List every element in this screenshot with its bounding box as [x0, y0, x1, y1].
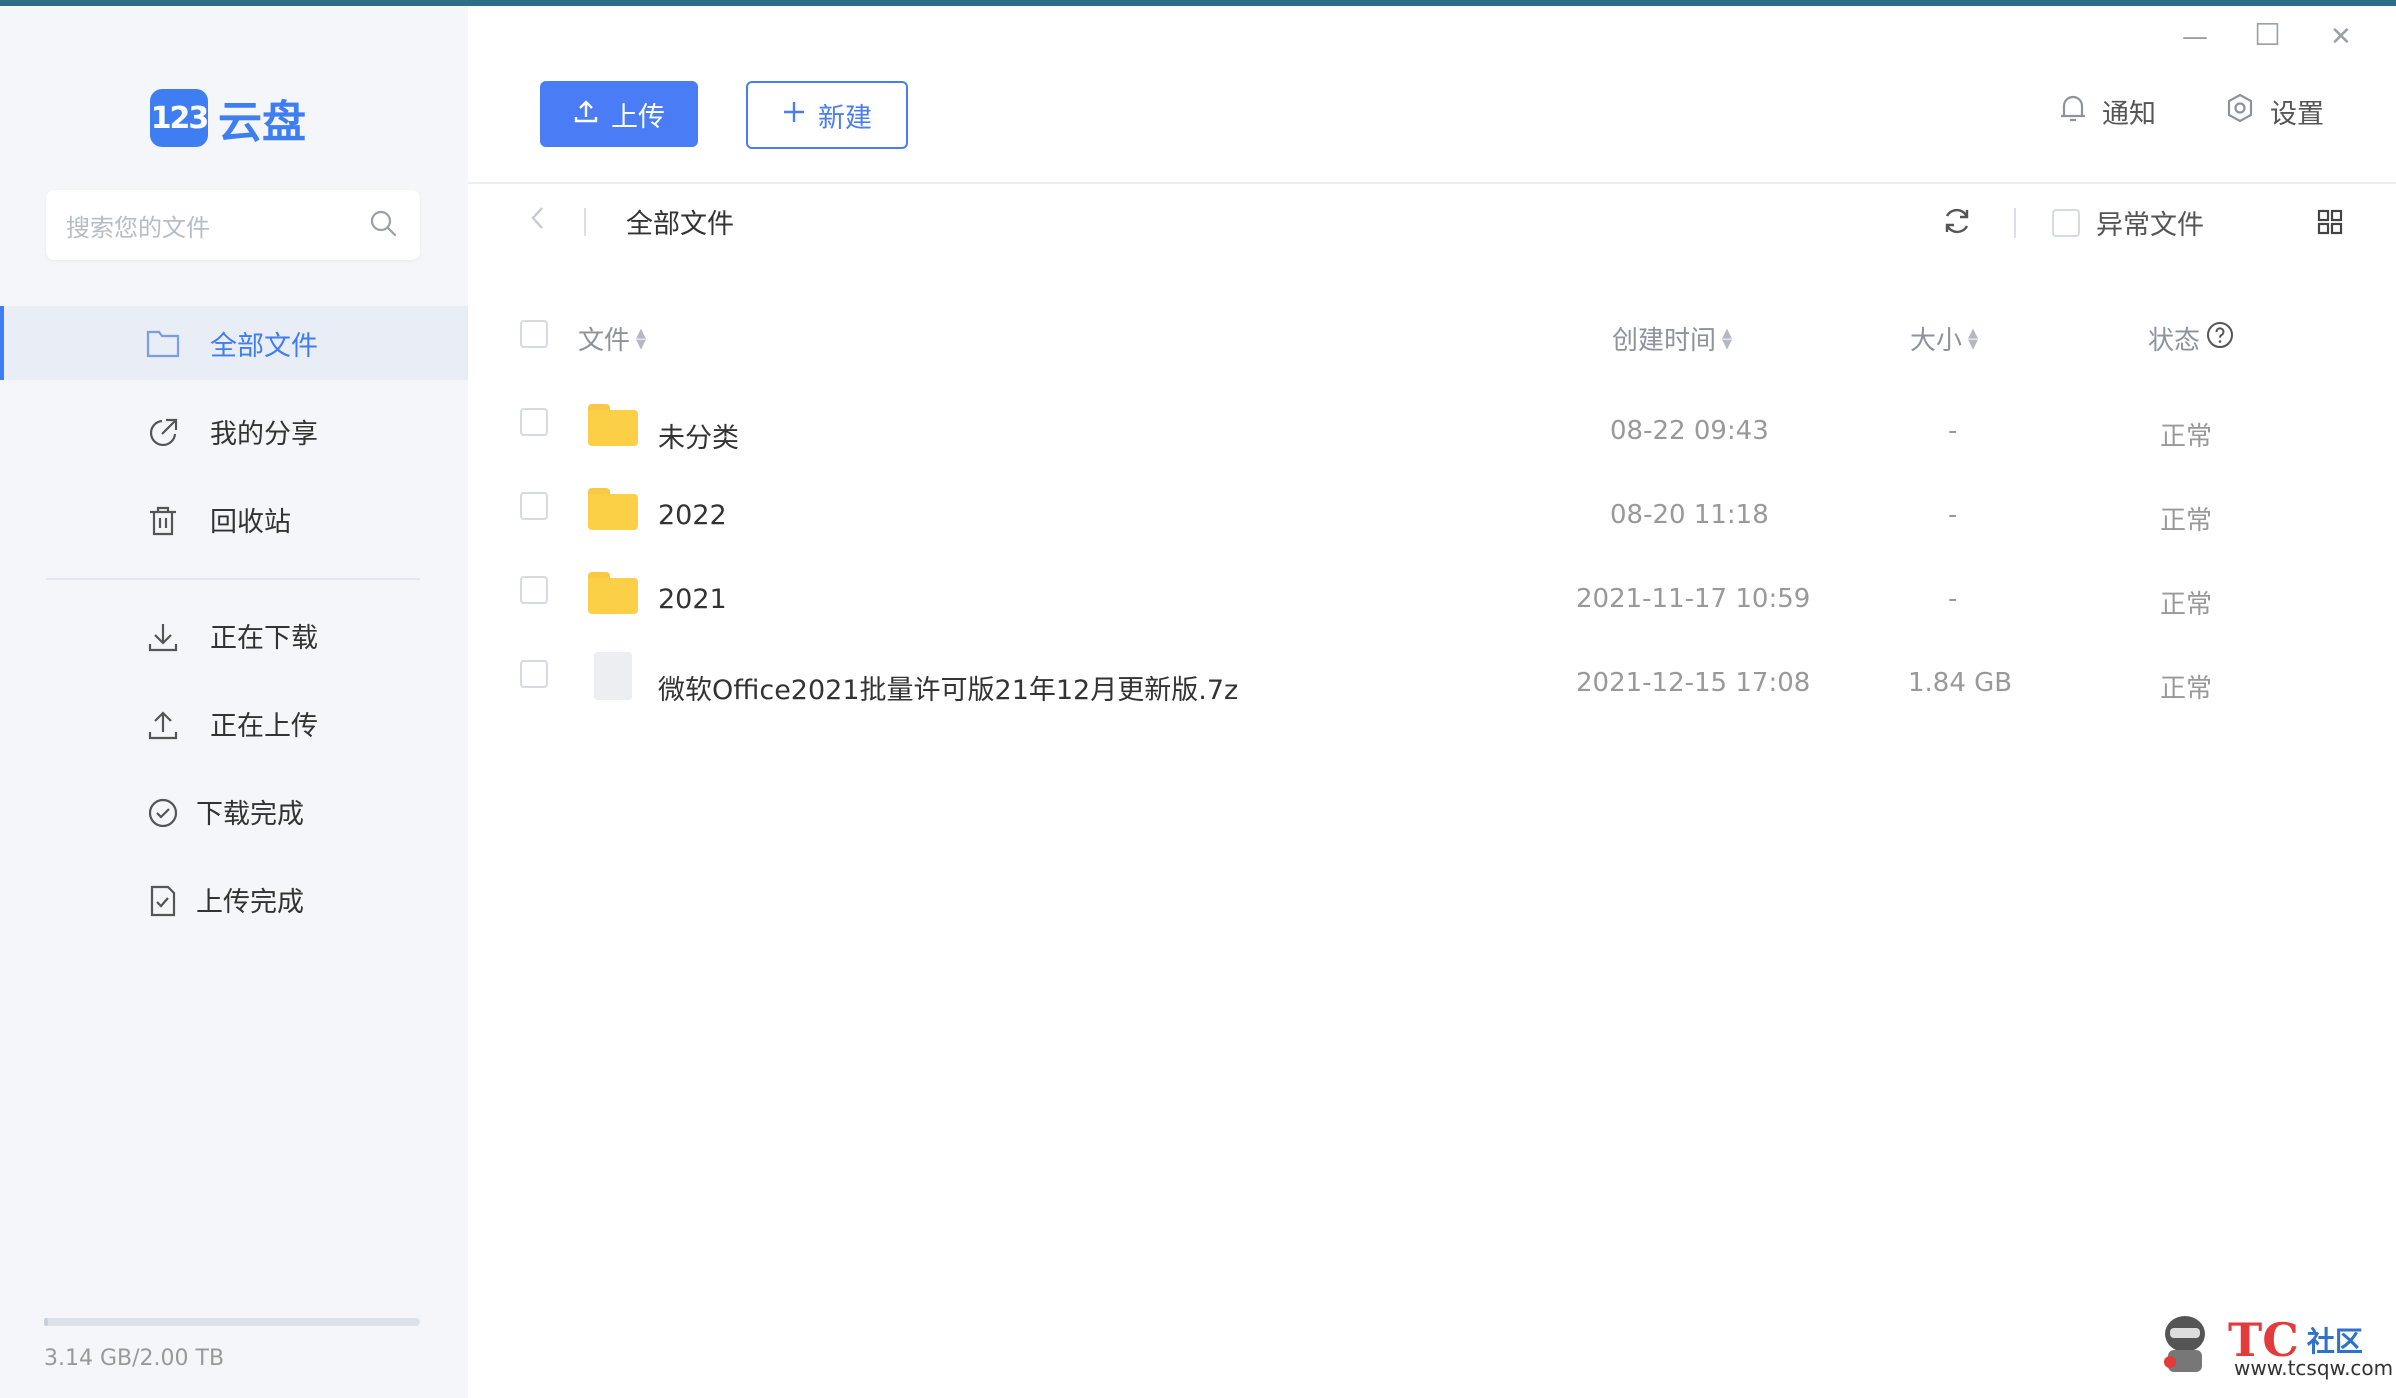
sidebar-item-label: 上传完成 — [196, 886, 304, 918]
storage-progress-fill — [44, 1318, 48, 1326]
column-header-created[interactable]: 创建时间 ▲ ▼ — [1612, 320, 1736, 357]
row-checkbox[interactable] — [520, 660, 548, 688]
table-row[interactable]: 2022 08-20 11:18 - 正常 — [0, 484, 2396, 548]
column-header-name-label: 文件 — [578, 326, 631, 356]
column-header-size[interactable]: 大小 ▲ ▼ — [1910, 320, 1982, 357]
column-header-status-label: 状态 — [2148, 326, 2201, 356]
row-checkbox[interactable] — [520, 408, 548, 436]
new-button[interactable]: 新建 — [746, 81, 908, 149]
plus-icon — [782, 100, 806, 131]
column-header-size-label: 大小 — [1910, 326, 1963, 356]
bell-icon — [2058, 92, 2088, 131]
created-time: 2021-11-17 10:59 — [1576, 584, 1811, 614]
abnormal-files-filter[interactable]: 异常文件 — [2052, 203, 2204, 242]
file-size: - — [1948, 584, 1958, 614]
sidebar-item-upload-complete[interactable]: 上传完成 — [0, 862, 468, 936]
upload-icon — [573, 98, 599, 131]
toolbar-divider — [468, 182, 2396, 184]
close-button[interactable]: ✕ — [2330, 22, 2352, 52]
upload-button-label: 上传 — [611, 101, 665, 133]
folder-icon — [588, 404, 638, 446]
table-row[interactable]: 未分类 08-22 09:43 - 正常 — [0, 400, 2396, 464]
sort-icon: ▲ ▼ — [1722, 325, 1733, 352]
notify-label: 通知 — [2102, 99, 2156, 130]
file-size: - — [1948, 500, 1958, 530]
logo-text: 云盘 — [218, 97, 306, 148]
status-text: 正常 — [2160, 422, 2213, 452]
gear-icon — [2224, 92, 2256, 131]
watermark-url: www.tcsqw.com — [2234, 1356, 2394, 1380]
select-all-checkbox[interactable] — [520, 320, 548, 348]
file-name[interactable]: 2022 — [658, 500, 727, 531]
logo-badge: 123 — [150, 89, 209, 147]
watermark-sub: 社区 — [2306, 1325, 2363, 1358]
new-button-label: 新建 — [818, 102, 872, 134]
row-checkbox[interactable] — [520, 576, 548, 604]
upload-button[interactable]: 上传 — [540, 81, 698, 147]
abnormal-files-checkbox[interactable] — [2052, 208, 2080, 237]
status-text: 正常 — [2160, 590, 2213, 620]
created-time: 08-20 11:18 — [1610, 500, 1769, 530]
app-logo: 123 云盘 — [150, 86, 306, 150]
status-text: 正常 — [2160, 506, 2213, 536]
created-time: 2021-12-15 17:08 — [1576, 668, 1811, 698]
abnormal-files-label: 异常文件 — [2096, 210, 2204, 241]
back-arrow-icon[interactable] — [528, 204, 548, 239]
check-circle-icon — [146, 796, 180, 837]
refresh-icon[interactable] — [1940, 204, 1974, 242]
created-time: 08-22 09:43 — [1610, 416, 1769, 446]
sort-icon: ▲ ▼ — [636, 325, 647, 352]
table-header: 文件 ▲ ▼ 创建时间 ▲ ▼ 大小 ▲ ▼ 状态 — [0, 320, 2396, 360]
toolbar-separator — [2014, 208, 2016, 238]
storage-progress-bar — [44, 1318, 420, 1326]
grid-view-icon[interactable] — [2316, 208, 2344, 240]
maximize-button[interactable]: ☐ — [2254, 18, 2281, 53]
settings-button[interactable]: 设置 — [2224, 92, 2324, 131]
storage-usage-text: 3.14 GB/2.00 TB — [44, 1346, 225, 1371]
notify-button[interactable]: 通知 — [2058, 92, 2156, 131]
file-icon — [594, 652, 632, 700]
sidebar-item-download-complete[interactable]: 下载完成 — [0, 774, 468, 848]
breadcrumb-current: 全部文件 — [626, 209, 734, 240]
settings-label: 设置 — [2270, 99, 2324, 130]
breadcrumb-separator — [584, 208, 586, 236]
file-size: - — [1948, 416, 1958, 446]
search-input[interactable]: 搜索您的文件 — [46, 190, 420, 260]
file-name[interactable]: 2021 — [658, 584, 727, 615]
table-row[interactable]: 2021 2021-11-17 10:59 - 正常 — [0, 568, 2396, 632]
minimize-button[interactable]: — — [2182, 22, 2208, 52]
status-text: 正常 — [2160, 674, 2213, 704]
sidebar-item-label: 下载完成 — [196, 798, 304, 830]
row-checkbox[interactable] — [520, 492, 548, 520]
watermark-mascot-icon — [2164, 1316, 2205, 1372]
help-icon[interactable] — [2206, 321, 2234, 356]
sort-icon: ▲ ▼ — [1968, 325, 1979, 352]
folder-icon — [588, 488, 638, 530]
folder-icon — [588, 572, 638, 614]
file-name[interactable]: 微软Office2021批量许可版21年12月更新版.7z — [658, 668, 1238, 707]
search-icon[interactable] — [368, 208, 398, 242]
column-header-status: 状态 — [2148, 320, 2234, 357]
search-placeholder: 搜索您的文件 — [66, 213, 210, 242]
column-header-name[interactable]: 文件 ▲ ▼ — [578, 320, 650, 357]
file-name[interactable]: 未分类 — [658, 416, 739, 455]
file-size: 1.84 GB — [1908, 668, 2013, 698]
column-header-created-label: 创建时间 — [1612, 326, 1717, 356]
file-check-icon — [146, 884, 180, 925]
table-row[interactable]: 微软Office2021批量许可版21年12月更新版.7z 2021-12-15… — [0, 652, 2396, 716]
